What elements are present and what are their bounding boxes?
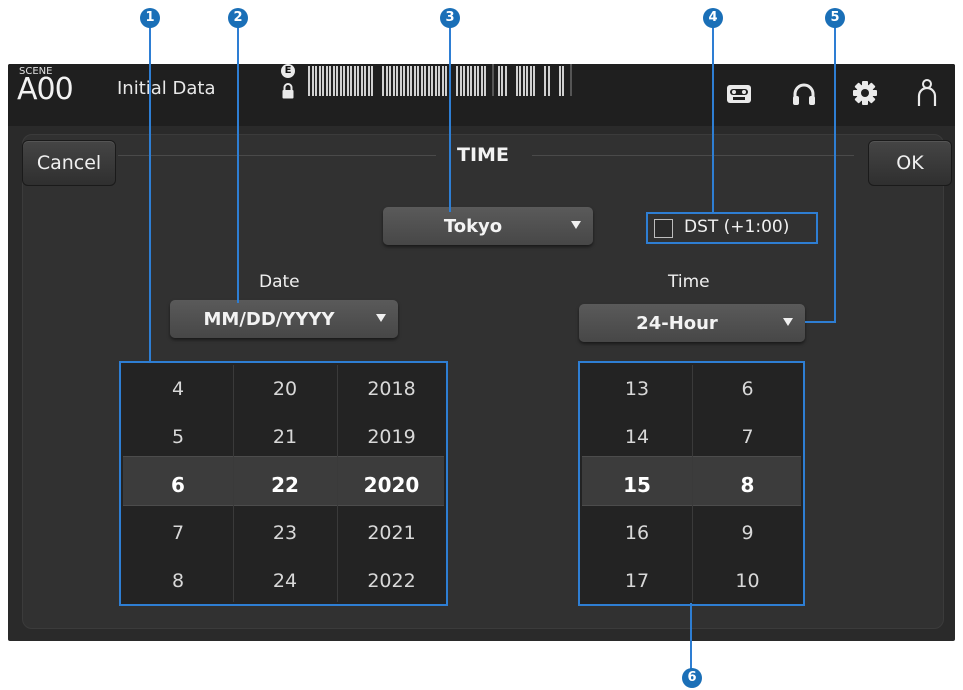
callout-line-4 [712,27,714,212]
minute-cell[interactable]: 10 [692,557,803,605]
callout-line-5v [834,27,836,323]
dialog-title: TIME [457,144,509,166]
callout-line-1 [149,27,151,363]
chevron-down-icon [783,318,793,326]
day-cell[interactable]: 23 [233,509,337,557]
time-label: Time [668,272,710,292]
hour-cell[interactable]: 14 [582,413,692,461]
day-cell[interactable]: 21 [233,413,337,461]
hour-cell[interactable]: 17 [582,557,692,605]
tape-recorder-icon[interactable] [726,83,752,105]
callout-5: 5 [825,8,845,28]
headphones-icon[interactable] [791,81,817,107]
minute-cell[interactable]: 7 [692,413,803,461]
month-cell[interactable]: 4 [123,365,233,413]
title-line-left [118,155,436,156]
title-line-right [532,155,854,156]
month-column[interactable]: 4 5 6 7 8 [123,365,233,602]
date-format-value: MM/DD/YYYY [203,309,335,330]
year-cell[interactable]: 2019 [337,413,446,461]
date-picker[interactable]: 4 5 6 7 8 20 21 22 23 24 2018 2019 2020 … [119,361,448,606]
scene-name[interactable]: Initial Data [117,78,216,99]
callout-6: 6 [682,668,702,688]
day-cell[interactable]: 24 [233,557,337,605]
minute-cell[interactable]: 6 [692,365,803,413]
year-cell[interactable]: 2018 [337,365,446,413]
dst-checkbox[interactable]: DST (+1:00) [646,212,818,244]
chevron-down-icon [571,221,581,229]
month-cell[interactable]: 5 [123,413,233,461]
year-cell[interactable]: 2022 [337,557,446,605]
hour-cell-selected[interactable]: 15 [582,461,692,509]
day-column[interactable]: 20 21 22 23 24 [233,365,337,602]
callout-line-2 [237,27,239,303]
day-cell-selected[interactable]: 22 [233,461,337,509]
hour-cell[interactable]: 16 [582,509,692,557]
year-cell[interactable]: 2021 [337,509,446,557]
callout-3: 3 [440,8,460,28]
date-format-dropdown[interactable]: MM/DD/YYYY [170,300,398,338]
year-column[interactable]: 2018 2019 2020 2021 2022 [337,365,446,602]
callout-line-5h [805,321,836,323]
dst-label: DST (+1:00) [684,217,790,237]
time-format-dropdown[interactable]: 24-Hour [579,304,805,342]
callout-line-6 [690,603,692,669]
month-cell-selected[interactable]: 6 [123,461,233,509]
edit-badge: E [281,64,295,78]
minute-cell[interactable]: 9 [692,509,803,557]
checkbox-box[interactable] [654,219,673,238]
date-label: Date [259,272,300,292]
gear-icon[interactable] [851,79,879,107]
time-picker[interactable]: 13 14 15 16 17 6 7 8 9 10 [578,361,805,606]
hour-column[interactable]: 13 14 15 16 17 [582,365,692,602]
month-cell[interactable]: 7 [123,509,233,557]
user-icon[interactable] [916,78,938,108]
callout-2: 2 [228,8,248,28]
minute-cell-selected[interactable]: 8 [692,461,803,509]
ok-button[interactable]: OK [868,140,952,186]
hour-cell[interactable]: 13 [582,365,692,413]
level-meters [308,64,576,96]
day-cell[interactable]: 20 [233,365,337,413]
lock-icon [282,83,294,99]
time-format-value: 24-Hour [636,313,718,334]
cancel-button[interactable]: Cancel [22,140,116,186]
scene-number[interactable]: A00 [17,72,74,107]
timezone-dropdown[interactable]: Tokyo [383,207,593,245]
timezone-value: Tokyo [443,216,503,237]
month-cell[interactable]: 8 [123,557,233,605]
callout-4: 4 [703,8,723,28]
callout-1: 1 [140,8,160,28]
callout-line-3 [449,27,451,212]
chevron-down-icon [376,314,386,322]
minute-column[interactable]: 6 7 8 9 10 [692,365,803,602]
year-cell-selected[interactable]: 2020 [337,461,446,509]
